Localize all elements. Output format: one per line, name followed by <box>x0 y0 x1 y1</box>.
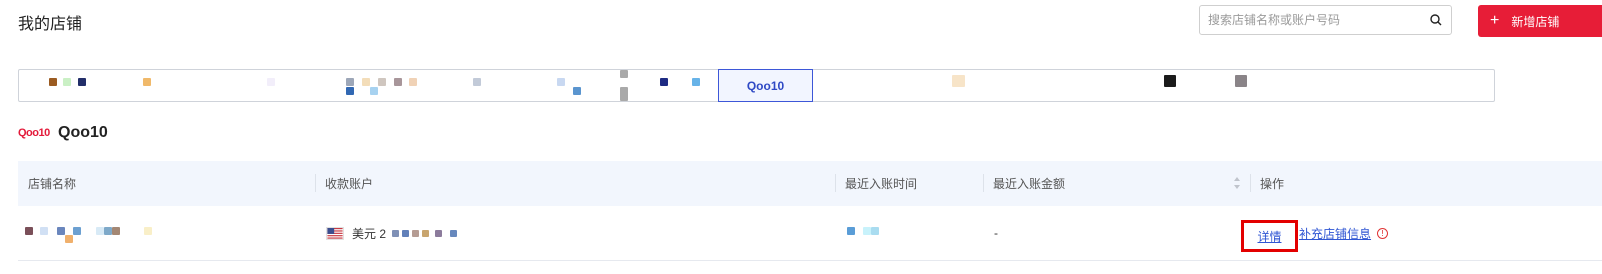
store-table: 店铺名称 收款账户 最近入账时间 最近入账金额 操作 美元 2 - 详情 补充店… <box>18 161 1602 261</box>
platform-tabs: Qoo10 <box>18 69 1495 102</box>
platform-section-header: Qoo10 Qoo10 <box>18 124 108 142</box>
column-store-name: 店铺名称 <box>28 177 77 191</box>
blurred-account-number <box>422 229 430 237</box>
blurred-recent-time <box>847 227 855 235</box>
blurred-tab-content <box>692 78 700 86</box>
blurred-tab-content <box>63 78 71 86</box>
blurred-store-name <box>40 227 48 235</box>
blurred-account-number <box>392 229 400 237</box>
blurred-store-name <box>112 227 120 235</box>
plus-icon: + <box>1490 12 1500 29</box>
blurred-store-name <box>73 227 81 235</box>
sort-icon[interactable] <box>1233 176 1241 190</box>
blurred-tab-content <box>346 87 354 95</box>
blurred-account-number <box>412 229 420 237</box>
qoo10-logo: Qoo10 <box>18 127 50 139</box>
blurred-tab-content <box>370 87 378 95</box>
info-icon[interactable]: ! <box>1377 227 1389 239</box>
blurred-recent-time <box>863 227 871 235</box>
blurred-store-name <box>104 227 112 235</box>
blurred-tab-content <box>78 78 86 86</box>
table-row: 美元 2 - 详情 补充店铺信息 ! <box>18 206 1602 260</box>
search-icon[interactable] <box>1429 13 1443 27</box>
store-search-box[interactable] <box>1199 5 1452 35</box>
recent-amount-cell: - <box>994 226 998 240</box>
page-title: 我的店铺 <box>18 16 83 33</box>
my-stores-page: 我的店铺 + 新增店铺 Qoo10 <box>0 0 1602 274</box>
add-store-label: 新增店铺 <box>1511 14 1560 29</box>
blurred-tab-content <box>573 87 581 95</box>
blurred-recent-time <box>871 227 879 235</box>
blurred-store-name <box>25 227 33 235</box>
column-actions: 操作 <box>1260 177 1285 191</box>
blurred-tab-content <box>473 78 481 86</box>
add-store-button[interactable]: + 新增店铺 <box>1478 5 1602 37</box>
blurred-tab-content <box>346 78 354 86</box>
blurred-tab-content <box>409 78 417 86</box>
supplement-store-info-link[interactable]: 补充店铺信息 <box>1299 225 1371 242</box>
column-receiving-account: 收款账户 <box>325 177 374 191</box>
table-header: 店铺名称 收款账户 最近入账时间 最近入账金额 操作 <box>18 161 1602 206</box>
blurred-store-name <box>144 227 152 235</box>
supplement-store-info: 补充店铺信息 ! <box>1299 206 1389 260</box>
blurred-store-name <box>96 227 104 235</box>
blurred-tab-content <box>1235 75 1247 87</box>
tab-qoo10[interactable]: Qoo10 <box>718 69 813 102</box>
blurred-account-number <box>450 229 458 237</box>
column-recent-amount: 最近入账金额 <box>993 177 1066 191</box>
platform-name: Qoo10 <box>58 124 108 141</box>
blurred-account-number <box>435 229 443 237</box>
search-input[interactable] <box>1200 13 1426 27</box>
blurred-tab-content <box>1164 75 1176 87</box>
blurred-store-name <box>57 227 65 235</box>
blurred-tab-content <box>620 70 628 78</box>
blurred-tab-content <box>620 87 628 101</box>
blurred-tab-content <box>49 78 57 86</box>
blurred-store-name <box>65 235 73 243</box>
blurred-tab-content <box>660 78 668 86</box>
blurred-tab-content <box>557 78 565 86</box>
blurred-tab-content <box>267 78 275 86</box>
account-currency: 美元 2 <box>352 226 387 241</box>
receiving-account-cell: 美元 2 <box>326 206 458 260</box>
blurred-tab-content <box>378 78 386 86</box>
blurred-tab-content <box>362 78 370 86</box>
blurred-tab-content <box>394 78 402 86</box>
column-recent-time: 最近入账时间 <box>845 177 918 191</box>
detail-highlight: 详情 <box>1241 220 1298 252</box>
blurred-tab-content <box>952 75 965 87</box>
detail-link[interactable]: 详情 <box>1257 228 1281 245</box>
blurred-account-number <box>402 229 410 237</box>
us-flag-icon <box>326 226 344 240</box>
blurred-tab-content <box>143 78 151 86</box>
